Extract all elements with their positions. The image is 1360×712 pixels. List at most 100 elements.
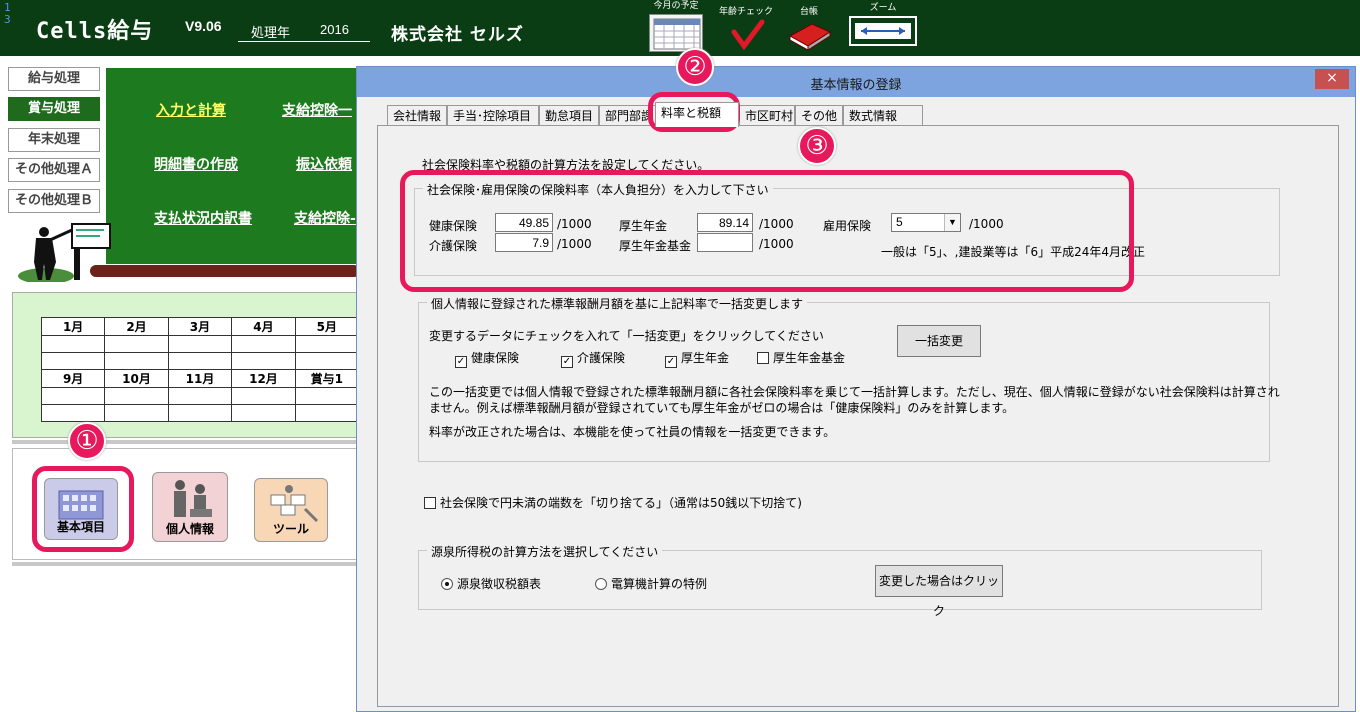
nav-other-b[interactable]: その他処理Ｂ [8, 189, 100, 213]
ledger-label: 台帳 [799, 7, 818, 17]
tools-button[interactable]: ツール [254, 478, 328, 542]
callout-number-2: ② [676, 48, 714, 86]
schedule-button[interactable]: 今月の予定 [644, 0, 708, 52]
calendar-cell [231, 404, 296, 422]
tools-label: ツール [272, 522, 309, 536]
checkbox-icon [424, 497, 436, 509]
processing-year: 処理年 2016 [238, 22, 370, 42]
link-transfer[interactable]: 振込依頼 [296, 154, 352, 174]
bulk-note-2: ません。例えば標準報酬月額が登録されていても厚生年金がゼロの場合は「健康保険料」… [429, 401, 1015, 415]
month-cell[interactable]: 11月 [167, 369, 233, 388]
calendar-cell [167, 404, 233, 422]
month-cell[interactable]: 2月 [104, 317, 169, 336]
calendar-table: 1月 2月 3月 4月 5月 9月 10月 11月 12月 賞与1 [40, 317, 360, 422]
calendar-cell [40, 404, 106, 422]
tab-other[interactable]: その他 [795, 105, 843, 127]
calendar-icon [649, 14, 703, 52]
podium [90, 265, 360, 277]
personal-info-label: 個人情報 [165, 522, 214, 536]
month-cell[interactable]: 賞与1 [294, 369, 360, 388]
tab-attendance-items[interactable]: 勤怠項目 [539, 105, 599, 127]
checkbox-icon: ✓ [665, 356, 677, 368]
check-care[interactable]: ✓ 介護保険 [561, 349, 625, 368]
tab-company-info[interactable]: 会社情報 [387, 105, 447, 127]
round-down-checkbox[interactable]: 社会保険で円未満の端数を「切り捨てる」（通常は50銭以下切捨て) [424, 494, 802, 511]
age-check-button[interactable]: 年齢チェック [712, 6, 780, 55]
bulk-change-group: 個人情報に登録された標準報酬月額を基に上記料率で一括変更します 変更するデータに… [418, 295, 1280, 462]
radio-computer-calc[interactable]: 電算機計算の特例 [595, 575, 707, 592]
month-cell[interactable]: 3月 [167, 317, 233, 336]
tab-formula-info[interactable]: 数式情報 [843, 105, 923, 127]
company-name: 株式会社 セルズ [391, 25, 524, 45]
year-value: 2016 [320, 22, 349, 37]
link-payment-summary[interactable]: 支払状況内訳書 [154, 208, 252, 228]
round-down-label: 社会保険で円未満の端数を「切り捨てる」（通常は50銭以下切捨て) [440, 496, 802, 510]
calendar-cell [40, 387, 106, 405]
month-cell[interactable]: 9月 [40, 369, 106, 388]
bulk-note-3: 料率が改正された場合は、本機能を使って社員の情報を一括変更できます。 [429, 425, 836, 439]
check-health[interactable]: ✓ 健康保険 [455, 349, 519, 368]
month-cell[interactable]: 12月 [231, 369, 296, 388]
dialog-titlebar: 基本情報の登録 × [357, 67, 1355, 97]
checkbox-icon [757, 352, 769, 364]
calendar-cell [40, 335, 106, 353]
link-deduction-list[interactable]: 支給控除一 [282, 100, 352, 120]
radio-icon [595, 578, 607, 590]
menu-board: 入力と計算 支給控除一 明細書の作成 振込依頼 支払状況内訳書 支給控除- [106, 68, 360, 264]
month-cell[interactable]: 4月 [231, 317, 296, 336]
check-pension-label: 厚生年金 [681, 351, 730, 365]
tax-method-group: 源泉所得税の計算方法を選択してください 源泉徴収税額表 電算機計算の特例 変更し… [418, 543, 1262, 618]
tab-municipality[interactable]: 市区町村 [739, 105, 795, 127]
people-icon [174, 480, 212, 517]
link-statement[interactable]: 明細書の作成 [154, 154, 238, 174]
calendar-cell [104, 335, 169, 353]
row-numbers: 1 3 [4, 2, 11, 26]
calendar-cell [294, 387, 360, 405]
checkbox-icon: ✓ [455, 356, 467, 368]
ledger-button[interactable]: 台帳 [784, 6, 834, 55]
callout-highlight-1 [32, 466, 134, 552]
month-cell[interactable]: 1月 [40, 317, 106, 336]
close-button[interactable]: × [1315, 69, 1349, 89]
month-cell[interactable]: 5月 [294, 317, 360, 336]
tools-icon [270, 485, 319, 523]
calendar-cell [167, 387, 233, 405]
zoom-button[interactable]: ズーム [848, 2, 918, 46]
link-input-calc[interactable]: 入力と計算 [156, 100, 226, 120]
check-pension[interactable]: ✓ 厚生年金 [665, 349, 729, 368]
radio-tax-table[interactable]: 源泉徴収税額表 [441, 575, 541, 592]
check-pension-fund[interactable]: 厚生年金基金 [757, 349, 845, 366]
check-pension-fund-label: 厚生年金基金 [773, 351, 846, 365]
calendar-cell [294, 352, 360, 370]
schedule-label: 今月の予定 [653, 1, 699, 11]
basic-info-dialog: 基本情報の登録 × 会社情報 手当･控除項目 勤怠項目 部門部課 料率と税額 市… [356, 66, 1356, 712]
calendar-cell [104, 352, 169, 370]
app-title: Cells給与 [36, 19, 154, 44]
tab-rates-tax[interactable]: 料率と税額 [655, 102, 739, 127]
personal-info-button[interactable]: 個人情報 [152, 472, 228, 542]
nav-yearend[interactable]: 年末処理 [8, 128, 100, 152]
calendar-cell [104, 387, 169, 405]
calendar-cell [231, 387, 296, 405]
age-check-label: 年齢チェック [718, 7, 773, 17]
tab-allowance-items[interactable]: 手当･控除項目 [447, 105, 539, 127]
row-number: 3 [4, 13, 11, 26]
presenter-icon [18, 223, 111, 282]
calendar-cell [294, 335, 360, 353]
bulk-note-1: この一括変更では個人情報で登録された標準報酬月額に各社会保険料率を乗じて一括計算… [429, 385, 1280, 399]
nav-other-a[interactable]: その他処理Ａ [8, 158, 100, 182]
month-calendar: 1月 2月 3月 4月 5月 9月 10月 11月 12月 賞与1 [12, 292, 360, 438]
tax-legend: 源泉所得税の計算方法を選択してください [427, 543, 663, 560]
bulk-instruction: 変更するデータにチェックを入れて「一括変更」をクリックしてください [429, 329, 824, 343]
nav-bonus[interactable]: 賞与処理 [8, 97, 100, 121]
apply-tax-change-button[interactable]: 変更した場合はクリック [875, 565, 1003, 618]
check-health-label: 健康保険 [471, 351, 520, 365]
month-cell[interactable]: 10月 [104, 369, 169, 388]
link-deduction-2[interactable]: 支給控除- [294, 208, 356, 228]
callout-number-1: ① [68, 422, 106, 460]
nav-payroll[interactable]: 給与処理 [8, 67, 100, 91]
divider [12, 562, 360, 566]
bulk-change-button[interactable]: 一括変更 [897, 325, 981, 357]
version-label: V9.06 [185, 18, 222, 34]
callout-number-3: ③ [798, 127, 836, 165]
